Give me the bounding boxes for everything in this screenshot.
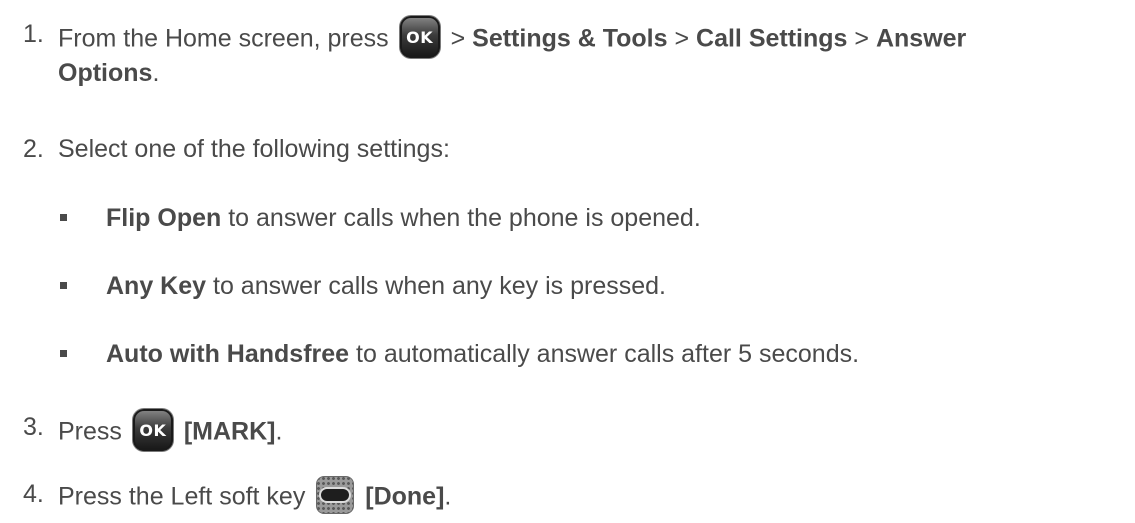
option-name: Any Key xyxy=(106,272,207,300)
menu-settings-tools: Settings & Tools xyxy=(472,24,668,53)
menu-answer-options-cont: Options xyxy=(58,59,153,87)
step-suffix: . xyxy=(275,417,283,446)
step-number: 1. xyxy=(23,20,44,48)
ok-key-icon: OK xyxy=(399,16,440,58)
separator: > xyxy=(674,24,690,53)
ok-key-icon: OK xyxy=(132,409,173,451)
menu-call-settings: Call Settings xyxy=(696,24,848,53)
done-label: [Done] xyxy=(365,482,445,511)
separator: > xyxy=(450,24,466,53)
step-prefix: Press xyxy=(58,417,122,446)
step-prefix: Press the Left soft key xyxy=(58,482,306,511)
step-text: Select one of the following settings: xyxy=(58,135,450,163)
step-number: 2. xyxy=(23,135,44,163)
step-text: Press the Left soft key [Done]. xyxy=(58,476,452,517)
option-name: Flip Open xyxy=(106,204,222,232)
instruction-document: 1. From the Home screen, press OK > Sett… xyxy=(0,0,1135,523)
ok-key-label: OK xyxy=(139,421,167,440)
ok-key-label: OK xyxy=(406,28,434,47)
bullet-icon xyxy=(60,282,67,289)
step-suffix: . xyxy=(152,59,160,87)
separator: > xyxy=(854,24,870,53)
step-number: 4. xyxy=(23,480,44,508)
step-prefix: From the Home screen, press xyxy=(58,24,389,53)
option-description: to answer calls when any key is pressed. xyxy=(206,272,666,300)
bullet-icon xyxy=(60,350,67,357)
step-text: From the Home screen, press OK > Setting… xyxy=(58,16,967,61)
left-soft-key-icon xyxy=(316,476,355,514)
step-suffix: . xyxy=(444,482,452,511)
step-text: Press OK [MARK]. xyxy=(58,409,283,454)
option-description: to automatically answer calls after 5 se… xyxy=(349,340,860,368)
option-name: Auto with Handsfree xyxy=(106,340,350,368)
mark-label: [MARK] xyxy=(183,417,276,446)
bullet-icon xyxy=(60,214,67,221)
option-description: to answer calls when the phone is opened… xyxy=(221,204,701,232)
menu-answer-options: Answer xyxy=(875,24,967,53)
step-number: 3. xyxy=(23,413,44,441)
